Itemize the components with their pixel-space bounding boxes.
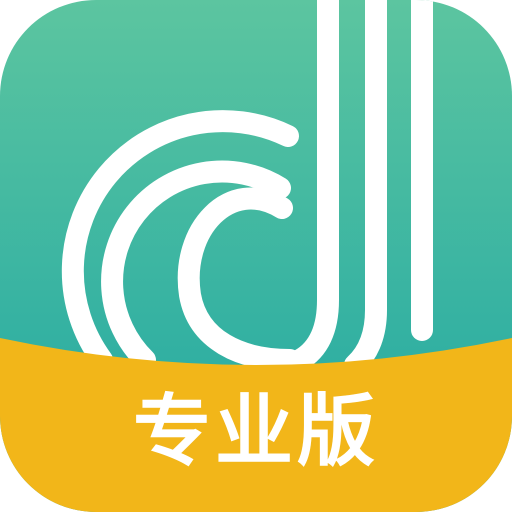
app-icon: 专业版 <box>0 0 512 512</box>
edition-label: 专业版 <box>132 387 379 477</box>
